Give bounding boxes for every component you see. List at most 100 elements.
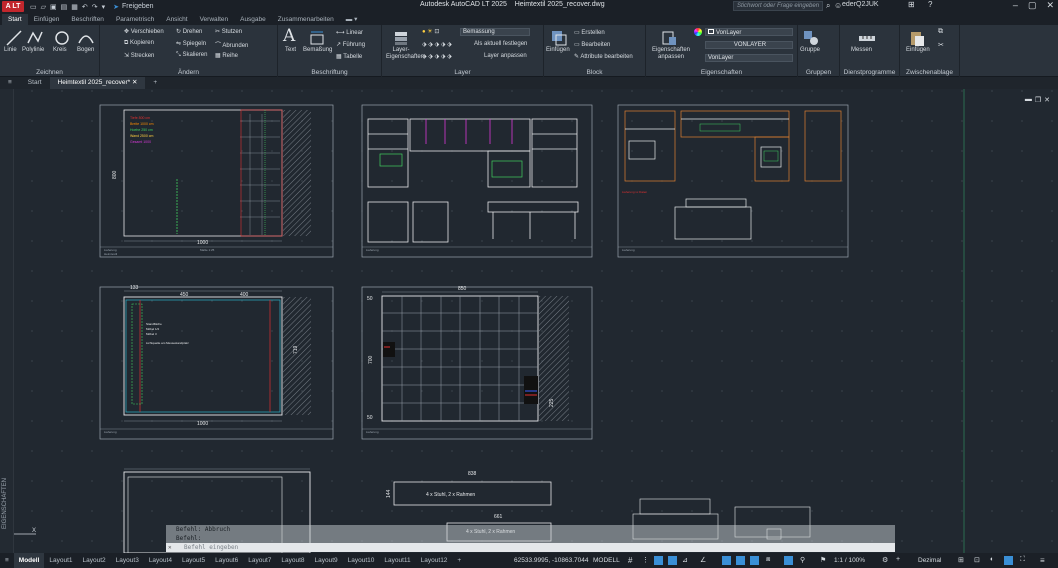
quick-properties-icon[interactable]: ⊞	[958, 556, 967, 565]
tab-layout9[interactable]: Layout9	[310, 553, 343, 568]
viewport-restore-icon[interactable]: ❐	[1035, 96, 1041, 104]
polyline-icon[interactable]	[26, 29, 44, 47]
tab-verwalten[interactable]: Verwalten	[194, 14, 235, 25]
match-properties-icon[interactable]	[660, 29, 678, 47]
drawing-svg[interactable]: Tiefe 800 cm Breite 1000 cm Hoehe 250 cm…	[0, 89, 1058, 553]
block-bearbeiten-button[interactable]: ▭ Bearbeiten	[574, 41, 610, 48]
share-button[interactable]: ➤ Freigeben	[113, 3, 153, 11]
osnap-tracking-icon[interactable]: ∠	[700, 556, 709, 565]
user-name[interactable]: ederQ2JUK	[842, 1, 879, 8]
panel-title-gruppen[interactable]: Gruppen	[798, 69, 839, 76]
annotation-scale[interactable]: 1:1 / 100%	[834, 557, 865, 564]
command-line[interactable]: Befehl: Abbruch Befehl: ✕ Befehl eingebe…	[166, 525, 895, 552]
new-tab-button[interactable]: +	[145, 77, 165, 89]
panel-title-beschriftung[interactable]: Beschriftung	[278, 69, 381, 76]
tab-layout1[interactable]: Layout1	[44, 553, 77, 568]
dim-1000-sheet1[interactable]: 1000	[197, 240, 208, 246]
color-wheel-icon[interactable]	[694, 28, 702, 36]
undo-icon[interactable]: ↶	[82, 3, 88, 11]
strecken-button[interactable]: ⇲ Strecken	[124, 52, 154, 59]
reihe-button[interactable]: ▦ Reihe	[215, 52, 238, 59]
layer-tool-icons-row2[interactable]: ⬗ ⬗ ⬗ ⬗ ⬗	[422, 41, 452, 48]
units-readout[interactable]: Dezimal	[918, 557, 941, 564]
tab-layout5[interactable]: Layout5	[177, 553, 210, 568]
transparency-icon[interactable]	[750, 556, 759, 565]
dim-719[interactable]: 719	[293, 345, 299, 354]
attribute-bearbeiten-button[interactable]: ✎ Attribute bearbeiten	[574, 53, 633, 60]
command-input[interactable]: ✕ Befehl eingeben	[166, 543, 895, 552]
add-layout-button[interactable]: +	[452, 553, 466, 568]
polylinie-button[interactable]: Polylinie	[22, 47, 44, 53]
customization-icon[interactable]: ≡	[1040, 556, 1049, 565]
properties-palette-label[interactable]: EIGENSCHAFTEN	[2, 478, 8, 529]
polar-icon[interactable]	[668, 556, 677, 565]
lock-ui-icon[interactable]: ⊡	[974, 556, 983, 565]
panel-title-block[interactable]: Block	[544, 69, 645, 76]
layer-state-icons[interactable]: ● ☀ ⊡	[422, 28, 439, 35]
grid-icon[interactable]: #	[628, 556, 637, 565]
tab-ansicht[interactable]: Ansicht	[160, 14, 193, 25]
command-close-icon[interactable]: ✕	[168, 543, 172, 552]
new-file-icon[interactable]: ▭	[30, 3, 37, 11]
panel-title-aendern[interactable]: Ändern	[100, 69, 277, 76]
app-logo[interactable]: A LT	[2, 1, 24, 12]
dim-144[interactable]: 144	[386, 489, 392, 498]
dynamic-ucs-icon[interactable]	[784, 556, 793, 565]
tab-layout4[interactable]: Layout4	[144, 553, 177, 568]
note-top[interactable]: 4 x Stuhl, 2 x Rahmen	[426, 492, 475, 498]
annotation-icon[interactable]: ⚲	[800, 556, 809, 565]
color-dropdown[interactable]: VonLayer	[705, 28, 793, 36]
tab-layout6[interactable]: Layout6	[210, 553, 243, 568]
kopieren-button[interactable]: ⧉ Kopieren	[124, 40, 154, 47]
add-scale-icon[interactable]: +	[896, 556, 905, 565]
minimize-icon[interactable]: –	[1013, 0, 1018, 11]
fuehrung-button[interactable]: ↗ Führung	[336, 41, 365, 48]
ortho-icon[interactable]	[654, 556, 663, 565]
stutzen-button[interactable]: ✂ Stutzen	[215, 28, 242, 35]
model-space-canvas[interactable]: Tiefe 800 cm Breite 1000 cm Hoehe 250 cm…	[0, 89, 1058, 553]
dim-850[interactable]: 850	[458, 286, 467, 292]
tab-ausgabe[interactable]: Ausgabe	[234, 14, 272, 25]
tab-more[interactable]: ▬ ▾	[340, 14, 364, 25]
eigenschaften-anpassen-button[interactable]: Eigenschaften anpassen	[650, 47, 692, 61]
viewport-minimize-icon[interactable]: ▬	[1025, 96, 1032, 104]
kreis-button[interactable]: Kreis	[53, 47, 67, 53]
cart-icon[interactable]: ⊞	[908, 0, 915, 9]
lineweight-icon[interactable]	[736, 556, 745, 565]
dim-400[interactable]: 400	[240, 292, 249, 298]
linie-button[interactable]: Linie	[4, 47, 17, 53]
line-icon[interactable]	[5, 29, 23, 47]
drehen-button[interactable]: ↻ Drehen	[176, 28, 202, 35]
dim-1000-sheet4[interactable]: 1000	[197, 421, 208, 427]
dim-225[interactable]: 225	[549, 398, 555, 407]
redo-icon[interactable]: ↷	[92, 3, 98, 11]
spiegeln-button[interactable]: ⇋ Spiegeln	[176, 40, 206, 47]
layer-properties-icon[interactable]	[392, 29, 410, 47]
dim-50-bottom[interactable]: 50	[367, 415, 373, 421]
layout-menu-icon[interactable]: ≡	[0, 553, 14, 568]
open-folder-icon[interactable]: ▱	[41, 3, 46, 11]
dimension-icon[interactable]	[308, 29, 326, 47]
tab-start[interactable]: Start	[2, 14, 28, 25]
tab-beschriften[interactable]: Beschriften	[65, 14, 110, 25]
workspace-gear-icon[interactable]: ⚙	[882, 556, 891, 565]
snap-icon[interactable]: ⋮	[642, 556, 651, 565]
tab-zusammenarbeiten[interactable]: Zusammenarbeiten	[272, 14, 340, 25]
isodraft-icon[interactable]: ⊿	[682, 556, 691, 565]
tab-layout8[interactable]: Layout8	[276, 553, 309, 568]
layer-dropdown[interactable]: Bemassung	[460, 28, 530, 36]
paste-icon[interactable]	[908, 29, 926, 47]
menu-icon[interactable]: ≡	[0, 77, 20, 89]
skalieren-button[interactable]: ⤡ Skalieren	[176, 52, 207, 59]
file-tab-start[interactable]: Start	[20, 77, 50, 89]
tab-close-icon[interactable]: ✕	[132, 79, 137, 86]
panel-title-dienstprogramme[interactable]: Dienstprogramme	[840, 69, 899, 76]
search-icon[interactable]: ⌕	[826, 1, 830, 11]
tab-layout3[interactable]: Layout3	[111, 553, 144, 568]
block-einfuegen-button[interactable]: Einfügen	[546, 47, 570, 53]
graphics-performance-icon[interactable]	[1004, 556, 1013, 565]
als-aktuell-button[interactable]: Als aktuell festlegen	[474, 41, 527, 47]
dim-50-top[interactable]: 50	[367, 296, 373, 302]
text-icon[interactable]: A	[283, 26, 295, 46]
gruppe-button[interactable]: Gruppe	[800, 47, 820, 53]
